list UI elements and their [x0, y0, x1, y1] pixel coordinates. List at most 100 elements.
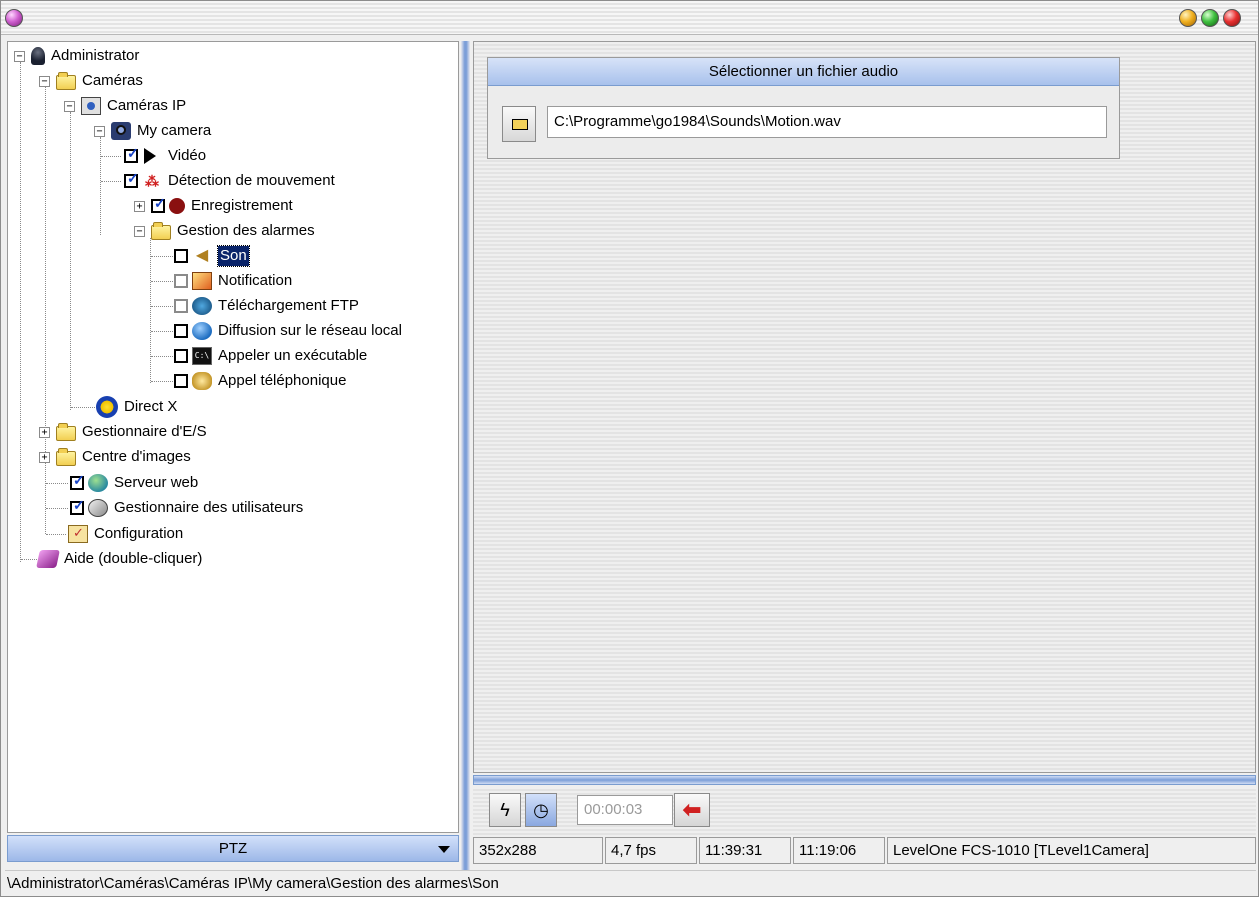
- broadcast-checkbox[interactable]: [174, 324, 188, 338]
- navigation-tree: − Administrator − Caméras − Caméras IP −…: [7, 41, 459, 833]
- timer-button[interactable]: ◷: [525, 793, 557, 827]
- recording-checkbox[interactable]: [151, 199, 166, 213]
- tree-connector: [70, 112, 71, 410]
- phone-icon: [192, 372, 212, 390]
- tree-connector: [151, 381, 173, 382]
- tree-connector: [71, 407, 95, 408]
- collapse-toggle[interactable]: −: [39, 75, 50, 87]
- tree-item-cameras-ip[interactable]: − Caméras IP: [64, 95, 186, 117]
- tree-item-my-camera[interactable]: − My camera: [94, 120, 211, 142]
- content-panel: Sélectionner un fichier audio C:\Program…: [473, 41, 1256, 773]
- tree-item-recording[interactable]: + Enregistrement: [134, 195, 293, 217]
- tree-label: Centre d'images: [82, 448, 191, 465]
- clock-icon: ◷: [533, 800, 549, 820]
- notification-icon: [192, 272, 212, 290]
- console-icon: C:\: [192, 347, 212, 365]
- expand-toggle[interactable]: +: [39, 451, 50, 463]
- window-menu-button[interactable]: [5, 9, 23, 27]
- tree-item-configuration[interactable]: Configuration: [68, 523, 183, 545]
- time-input[interactable]: 00:00:03: [577, 795, 673, 825]
- executable-checkbox[interactable]: [174, 349, 188, 363]
- tree-item-run-executable[interactable]: C:\ Appeler un exécutable: [174, 345, 367, 367]
- collapse-toggle[interactable]: −: [14, 50, 25, 62]
- tree-connector: [46, 483, 68, 484]
- tree-item-user-manager[interactable]: Gestionnaire des utilisateurs: [70, 497, 303, 519]
- tree-item-notification[interactable]: Notification: [174, 270, 292, 292]
- web-server-checkbox[interactable]: [70, 476, 85, 490]
- maximize-button[interactable]: [1201, 9, 1219, 27]
- collapse-toggle[interactable]: −: [94, 125, 105, 137]
- ip-camera-icon: [81, 97, 101, 115]
- tree-item-web-server[interactable]: Serveur web: [70, 472, 198, 494]
- expand-toggle[interactable]: +: [134, 200, 145, 212]
- tree-item-video[interactable]: Vidéo: [124, 145, 206, 167]
- tree-connector: [151, 306, 173, 307]
- title-bar: [1, 1, 1258, 35]
- tree-connector: [46, 534, 66, 535]
- browse-folder-button[interactable]: [502, 106, 536, 142]
- motion-checkbox[interactable]: [124, 174, 139, 188]
- globe-icon: [192, 322, 212, 340]
- tree-label: Vidéo: [168, 147, 207, 164]
- vertical-splitter[interactable]: [461, 41, 470, 893]
- tree-label: Appel téléphonique: [218, 372, 347, 389]
- play-icon: [144, 148, 156, 164]
- folder-icon: [56, 447, 76, 466]
- tree-connector: [151, 331, 173, 332]
- tree-item-lan-broadcast[interactable]: Diffusion sur le réseau local: [174, 320, 402, 342]
- audio-file-path-input[interactable]: C:\Programme\go1984\Sounds\Motion.wav: [547, 106, 1107, 138]
- tree-label: Enregistrement: [191, 197, 293, 214]
- path-status-bar: \Administrator\Caméras\Caméras IP\My cam…: [5, 870, 1256, 896]
- sound-checkbox[interactable]: [174, 249, 188, 263]
- lightning-icon: ϟ: [500, 800, 510, 820]
- trigger-button[interactable]: ϟ: [489, 793, 521, 827]
- tree-connector: [100, 137, 101, 235]
- bottom-toolbar: ϟ ◷ 00:00:03 ⬅: [473, 787, 1256, 835]
- minimize-button[interactable]: [1179, 9, 1197, 27]
- tree-label: Appeler un exécutable: [218, 347, 368, 364]
- record-icon: [169, 198, 185, 214]
- web-globe-icon: [88, 474, 108, 492]
- app-window: − Administrator − Caméras − Caméras IP −…: [0, 0, 1259, 897]
- status-fps: 4,7 fps: [605, 837, 697, 864]
- tree-item-io-manager[interactable]: + Gestionnaire d'E/S: [39, 421, 207, 443]
- folder-icon: [56, 422, 76, 441]
- tree-connector: [151, 356, 173, 357]
- tree-item-sound[interactable]: ◀ Son: [174, 245, 250, 267]
- tree-label: Téléchargement FTP: [218, 297, 359, 314]
- tree-label-selected: Son: [217, 245, 250, 267]
- configuration-icon: [68, 525, 88, 543]
- tree-item-image-center[interactable]: + Centre d'images: [39, 446, 191, 468]
- folder-icon: [512, 119, 528, 130]
- directx-icon: [96, 396, 118, 418]
- tree-item-cameras[interactable]: − Caméras: [39, 70, 143, 92]
- ftp-icon: [192, 297, 212, 315]
- notification-checkbox[interactable]: [174, 274, 188, 288]
- horizontal-splitter[interactable]: [473, 775, 1256, 785]
- tree-item-ftp-upload[interactable]: Téléchargement FTP: [174, 295, 359, 317]
- tree-item-directx[interactable]: Direct X: [96, 396, 177, 418]
- tree-item-administrator[interactable]: − Administrator: [14, 45, 139, 67]
- tree-connector: [46, 508, 68, 509]
- tree-label: Serveur web: [114, 474, 199, 491]
- user-manager-checkbox[interactable]: [70, 501, 85, 515]
- apply-button[interactable]: ⬅: [674, 793, 710, 827]
- collapse-toggle[interactable]: −: [134, 225, 145, 237]
- close-button[interactable]: [1223, 9, 1241, 27]
- red-arrow-left-icon: ⬅: [682, 797, 702, 822]
- tree-item-help[interactable]: Aide (double-cliquer): [36, 548, 202, 570]
- collapse-toggle[interactable]: −: [64, 100, 75, 112]
- folder-open-icon: [151, 221, 171, 240]
- status-resolution: 352x288: [473, 837, 603, 864]
- ptz-dropdown[interactable]: PTZ: [7, 835, 459, 862]
- administrator-icon: [31, 47, 45, 65]
- phone-checkbox[interactable]: [174, 374, 188, 388]
- tree-label: Configuration: [94, 525, 184, 542]
- video-checkbox[interactable]: [124, 149, 139, 163]
- expand-toggle[interactable]: +: [39, 426, 50, 438]
- tree-item-alarm-management[interactable]: − Gestion des alarmes: [134, 220, 315, 242]
- ftp-checkbox[interactable]: [174, 299, 188, 313]
- chevron-down-icon: [438, 846, 450, 853]
- tree-item-phone-call[interactable]: Appel téléphonique: [174, 370, 346, 392]
- tree-item-motion-detection[interactable]: ⁂ Détection de mouvement: [124, 170, 335, 192]
